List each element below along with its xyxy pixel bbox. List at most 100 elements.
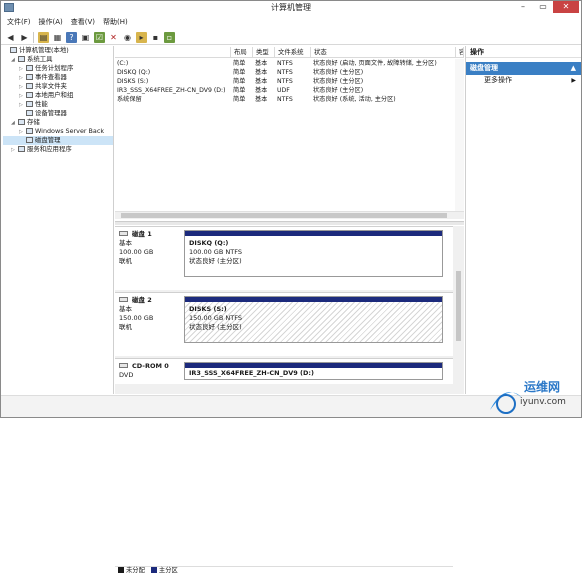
tree-node[interactable]: 磁盘管理 [3,136,113,145]
disk-name: 磁盘 1 [132,230,152,238]
menu-help[interactable]: 帮助(H) [103,16,128,28]
close-button[interactable]: ✕ [553,1,579,13]
list-icon[interactable]: ▦ [52,32,63,43]
scrollbar-thumb[interactable] [456,271,461,341]
disk-row[interactable]: 磁盘 1 基本 100.00 GB 联机 DISKQ (Q:) 100.00 GB NTF… [115,226,453,290]
menu-view[interactable]: 查看(V) [71,16,95,28]
menu-file[interactable]: 文件(F) [7,16,31,28]
tree-node[interactable]: ▷ 服务和应用程序 [3,145,113,154]
checklist-icon[interactable]: ☑ [94,31,105,43]
partition-block[interactable]: DISKS (S:) 150.00 GB NTFS 状态良好 (主分区) [184,296,443,343]
actions-header: 操作 [466,46,581,58]
tree-node[interactable]: 设备管理器 [3,109,113,118]
disk-icon [119,231,128,236]
tree-node[interactable]: ▷ 本地用户和组 [3,91,113,100]
horizontal-scrollbar[interactable] [115,211,464,219]
menu-bar: 文件(F) 操作(A) 查看(V) 帮助(H) [1,16,581,28]
title-bar: 计算机管理 – ▭ ✕ [1,1,581,15]
table-row[interactable]: 系统保留简单基本NTFS状态良好 (系统, 活动, 主分区)3 [115,95,464,104]
partition-block[interactable]: DISKQ (Q:) 100.00 GB NTFS 状态良好 (主分区) [184,230,443,277]
tree-node[interactable]: ▷ Windows Server Back [3,127,113,136]
tree-node[interactable]: ▷ 共享文件夹 [3,82,113,91]
cd-icon[interactable]: ◉ [122,32,133,43]
node-icon [26,74,33,80]
table-cell: 基本 [255,78,268,85]
disk-row[interactable]: CD-ROM 0 DVD IR3_SSS_X64FREE_ZH-CN_DV9 (D:… [115,358,453,384]
node-icon [26,83,33,89]
table-cell: 简单 [233,87,246,94]
actions-section-disk-management[interactable]: 磁盘管理 ▲ [466,62,581,75]
disk-info: 磁盘 1 基本 100.00 GB 联机 [119,230,183,266]
tree-node[interactable]: ▷ 性能 [3,100,113,109]
back-icon[interactable]: ◀ [5,32,16,43]
help-icon[interactable]: ? [66,31,77,43]
disk-view-scrollbar[interactable] [453,226,464,394]
volume-name: DISKS (S:) [189,305,227,313]
column-header[interactable]: 文件系统 [275,47,311,57]
column-header[interactable]: 容 [456,47,464,57]
scrollbar-thumb[interactable] [121,213,447,218]
table-cell: NTFS [277,78,293,85]
table-cell: 简单 [233,60,246,67]
node-icon [10,47,17,53]
disk-size: 100.00 GB [119,248,154,256]
table-cell: 基本 [255,96,268,103]
disk-type: DVD [119,371,134,379]
tree-node-label: 系统工具 [27,55,53,63]
maximize-button[interactable]: ▭ [533,1,553,13]
node-icon [26,101,33,107]
volume-size: 150.00 GB NTFS [189,314,242,322]
watermark-url: iyunv.com [520,397,566,407]
table-row[interactable]: DISKQ (Q:)简单基本NTFS状态良好 (主分区)1 [115,68,464,77]
chevron-right-icon: ▶ [571,77,576,84]
open-icon[interactable]: ▸ [136,31,147,43]
column-header[interactable] [115,47,231,57]
disk-management-pane: 布局类型文件系统状态容 (C:)简单基本NTFS状态良好 (启动, 页面文件, … [115,46,464,574]
menu-action[interactable]: 操作(A) [39,16,63,28]
tree-node[interactable]: ▷ 任务计划程序 [3,64,113,73]
volume-list-header: 布局类型文件系统状态容 [115,47,464,58]
forward-icon[interactable]: ▶ [19,32,30,43]
computer-management-window: 计算机管理 – ▭ ✕ 文件(F) 操作(A) 查看(V) 帮助(H) ◀ ▶ … [0,0,582,574]
table-row[interactable]: DISKS (S:)简单基本NTFS状态良好 (主分区)1 [115,77,464,86]
navigation-tree: 计算机管理(本地) ◢ 系统工具 ▷ 任务计划程序 ▷ 事件查看器 ▷ 共享文件夹 ▷ 本地用户和组… [3,46,114,394]
actions-pane: 操作 磁盘管理 ▲ 更多操作 ▶ [465,46,581,394]
column-header[interactable]: 状态 [311,47,456,57]
tree-node[interactable]: ▷ 事件查看器 [3,73,113,82]
delete-icon[interactable]: ✕ [108,32,119,43]
save-icon[interactable]: ▪ [150,32,161,43]
column-header[interactable]: 类型 [253,47,275,57]
volume-list-scrollbar[interactable] [455,59,464,211]
tree-node-label: 任务计划程序 [35,64,74,72]
disk-name: 磁盘 2 [132,296,152,304]
legend-primary: 主分区 [158,567,178,574]
table-row[interactable]: IR3_SSS_X64FREE_ZH-CN_DV9 (D:) 简单 基本 UDF 状态良… [115,86,464,95]
minimize-button[interactable]: – [513,1,533,13]
table-row[interactable]: (C:)简单基本NTFS状态良好 (启动, 页面文件, 故障转储, 主分区)5 [115,59,464,68]
column-header[interactable]: 布局 [231,47,253,57]
tree-node[interactable]: ◢ 系统工具 [3,55,113,64]
disk-graphical-view: CD-ROM 0 DVD IR3_SSS_X64FREE_ZH-CN_DV9 (D:… [115,226,453,574]
tree-node-label: 事件查看器 [35,73,67,81]
properties-icon[interactable]: ▣ [80,32,91,43]
collapse-icon[interactable]: ▲ [571,62,576,75]
disk-state: 联机 [119,257,132,265]
node-icon [18,119,25,125]
partition-block[interactable]: IR3_SSS_X64FREE_ZH-CN_DV9 (D:) [184,362,443,380]
tree-node[interactable]: ◢ 存储 [3,118,113,127]
tree-node-label: 服务和应用程序 [27,145,72,153]
table-cell: DISKQ (Q:) [117,69,151,76]
legend-unallocated: 未分配 [126,567,145,574]
table-cell: NTFS [277,69,293,76]
table-cell: NTFS [277,96,293,103]
new-volume-icon[interactable]: ▫ [164,31,175,43]
tree-node[interactable]: 计算机管理(本地) [3,46,113,55]
table-cell: 系统保留 [117,96,142,103]
expand-icon[interactable]: ▷ [11,146,18,155]
more-actions-item[interactable]: 更多操作 ▶ [466,75,581,86]
table-cell: NTFS [277,60,293,67]
pane-splitter[interactable] [115,221,464,225]
disk-row[interactable]: 磁盘 2 基本 150.00 GB 联机 DISKS (S:) 150.00 GB NTF… [115,292,453,356]
table-cell: 基本 [255,69,268,76]
folder-icon[interactable]: ▤ [38,31,49,43]
